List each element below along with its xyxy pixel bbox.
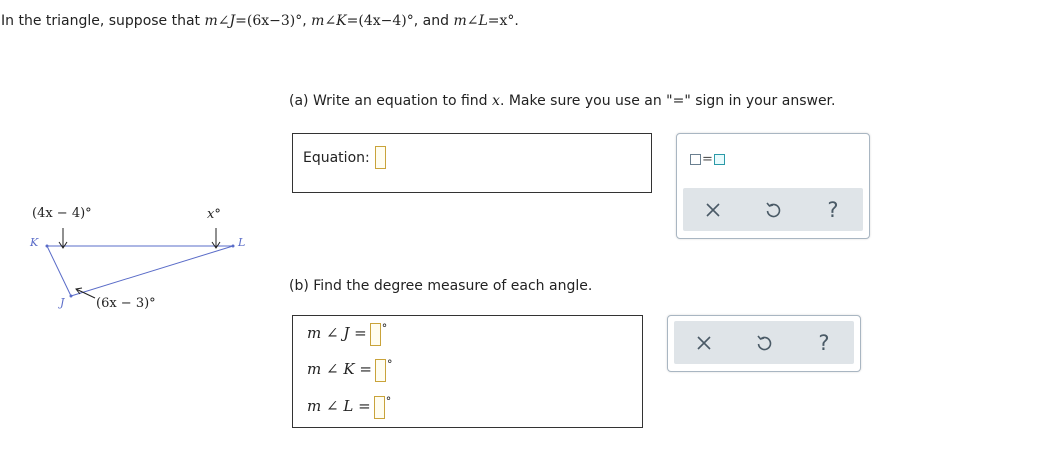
angles-answer-box: m ∠ J = ° m ∠ K = ° m ∠ L = °: [292, 315, 643, 428]
undo-button[interactable]: [758, 195, 788, 225]
period: .: [514, 13, 519, 29]
measure-m: m: [307, 324, 322, 342]
equation-tool-bar: ?: [683, 188, 863, 231]
side-JL: [70, 245, 234, 297]
degree-symbol: °: [381, 322, 388, 335]
side-KJ: [46, 245, 72, 297]
angle-K-expr: =(4x−4)°: [346, 13, 414, 29]
angle-symbol: ∠: [217, 13, 230, 29]
equals-sign: =: [358, 397, 371, 415]
angle-K-input[interactable]: [374, 358, 386, 382]
equals-sign: =: [354, 324, 367, 342]
angle-J-input[interactable]: [369, 322, 381, 346]
vertex-point-L: [231, 244, 235, 248]
angle-symbol: ∠: [326, 397, 339, 415]
measure-m: m: [307, 360, 322, 378]
angle-J-expr: =(6x−3)°: [235, 13, 303, 29]
angles-tool-bar: ?: [674, 321, 854, 364]
vertex-K: K: [336, 13, 347, 29]
clear-button[interactable]: [698, 195, 728, 225]
undo-icon: [766, 201, 781, 217]
angles-tool-panel: ?: [667, 315, 861, 372]
angle-symbol: ∠: [466, 13, 479, 29]
undo-icon: [757, 334, 772, 350]
angle-symbol: ∠: [324, 13, 337, 29]
part-a-prompt: (a) Write an equation to find x. Make su…: [289, 93, 835, 109]
separator: , and: [413, 13, 454, 29]
angle-L-expr: =x°: [487, 13, 515, 29]
angle-symbol: ∠: [326, 324, 339, 342]
help-button[interactable]: ?: [818, 195, 848, 225]
part-a-prefix: (a) Write an equation to find: [289, 93, 493, 109]
angle-K-label: (4x − 4)°: [32, 206, 92, 221]
vertex-L: L: [478, 13, 488, 29]
triangle-figure: (4x − 4)° x° (6x − 3)° K L J: [0, 195, 260, 325]
part-a-var: x: [492, 93, 500, 109]
vertex-K-label: K: [30, 236, 39, 249]
clear-button[interactable]: [689, 328, 719, 358]
part-b-prompt: (b) Find the degree measure of each angl…: [289, 278, 593, 294]
help-button[interactable]: ?: [809, 328, 839, 358]
equation-label: Equation:: [303, 150, 370, 166]
angle-J-label: (6x − 3)°: [96, 296, 156, 311]
degree-symbol: °: [386, 358, 393, 371]
equals-sign: =: [359, 360, 372, 378]
vertex-L-label: L: [238, 236, 246, 249]
undo-button[interactable]: [749, 328, 779, 358]
equation-answer-box: Equation:: [292, 133, 652, 193]
vertex-J-label: J: [60, 296, 65, 309]
angle-row-L: m ∠ L = °: [307, 395, 391, 419]
measure-m: m: [204, 13, 218, 29]
angle-symbol: ∠: [326, 360, 339, 378]
vertex-point-J: [69, 294, 73, 298]
separator: ,: [302, 13, 312, 29]
angle-vertex: K: [343, 360, 355, 378]
equation-input[interactable]: [375, 146, 386, 169]
angle-L-input[interactable]: [373, 395, 385, 419]
measure-m: m: [307, 397, 322, 415]
close-icon: [697, 335, 711, 350]
problem-statement: In the triangle, suppose that m∠J=(6x−3)…: [1, 13, 519, 29]
angle-row-K: m ∠ K = °: [307, 358, 392, 382]
degree-symbol: °: [385, 395, 392, 408]
measure-m: m: [453, 13, 467, 29]
part-a-suffix: . Make sure you use an "=" sign in your …: [499, 93, 836, 109]
angle-vertex: J: [343, 324, 350, 342]
close-icon: [706, 202, 720, 217]
angle-row-J: m ∠ J = °: [307, 322, 387, 346]
equation-tool-panel: = ?: [676, 133, 870, 239]
angle-vertex: L: [343, 397, 354, 415]
measure-m: m: [311, 13, 325, 29]
angle-L-label: x°: [207, 207, 221, 222]
problem-intro: In the triangle, suppose that: [1, 13, 205, 29]
equation-template-icon[interactable]: =: [690, 152, 725, 167]
vertex-point-K: [45, 244, 49, 248]
